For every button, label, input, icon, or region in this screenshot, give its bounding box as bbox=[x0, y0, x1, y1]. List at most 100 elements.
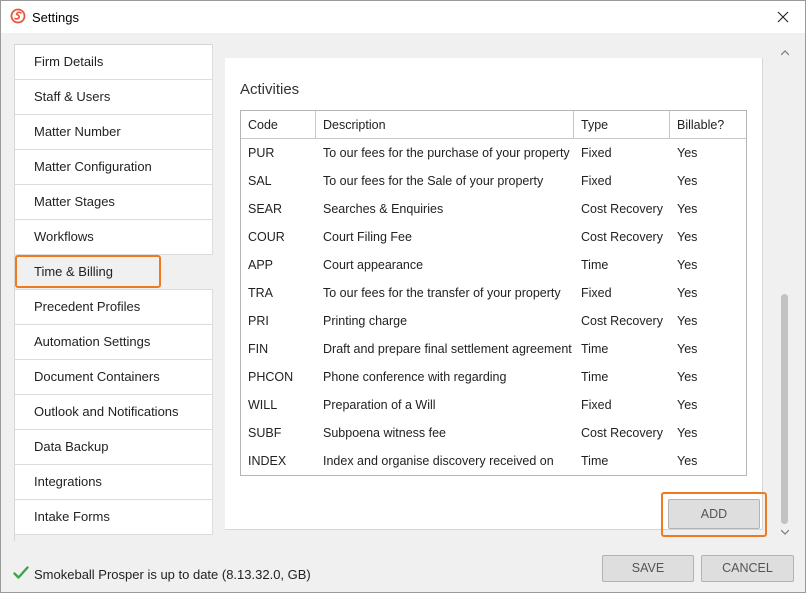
sidebar-item-label: Precedent Profiles bbox=[34, 299, 141, 314]
cell-billable: Yes bbox=[677, 286, 698, 300]
table-row[interactable]: TRA To our fees for the transfer of your … bbox=[241, 279, 746, 307]
sidebar-item-label: Intake Forms bbox=[34, 509, 110, 524]
sidebar-item-workflows[interactable]: Workflows bbox=[15, 220, 213, 255]
column-header-description[interactable]: Description bbox=[316, 111, 574, 139]
vertical-scrollbar[interactable] bbox=[777, 44, 793, 541]
cell-code: PHCON bbox=[248, 370, 294, 384]
column-header-code[interactable]: Code bbox=[241, 111, 316, 139]
cell-type: Fixed bbox=[581, 174, 612, 188]
cell-code: PRI bbox=[248, 314, 269, 328]
add-activity-button[interactable]: ADD bbox=[668, 499, 760, 529]
cell-code: PUR bbox=[248, 146, 275, 160]
save-button[interactable]: SAVE bbox=[602, 555, 694, 582]
cell-type: Time bbox=[581, 258, 609, 272]
cell-type: Fixed bbox=[581, 146, 612, 160]
settings-content: Activities Code Description Type Billabl… bbox=[213, 44, 793, 541]
cell-code: COUR bbox=[248, 230, 285, 244]
cell-type: Cost Recovery bbox=[581, 314, 663, 328]
sidebar-item-precedent-profiles[interactable]: Precedent Profiles bbox=[15, 290, 213, 325]
cell-code: TRA bbox=[248, 286, 273, 300]
scroll-down-arrow-icon[interactable] bbox=[781, 529, 789, 535]
settings-sidebar: Firm Details Staff & Users Matter Number… bbox=[14, 44, 213, 541]
sidebar-item-label: Automation Settings bbox=[34, 334, 151, 349]
cell-description: Draft and prepare final settlement agree… bbox=[323, 342, 572, 356]
cell-billable: Yes bbox=[677, 202, 698, 216]
cell-description: To our fees for the Sale of your propert… bbox=[323, 174, 544, 188]
column-header-type[interactable]: Type bbox=[574, 111, 670, 139]
cancel-button[interactable]: CANCEL bbox=[701, 555, 794, 582]
sidebar-item-integrations[interactable]: Integrations bbox=[15, 465, 213, 500]
cell-description: Printing charge bbox=[323, 314, 408, 328]
scrollbar-thumb[interactable] bbox=[781, 294, 788, 524]
cell-description: Court Filing Fee bbox=[323, 230, 412, 244]
sidebar-item-label: Firm Details bbox=[34, 54, 104, 69]
cell-description: To our fees for the transfer of your pro… bbox=[323, 286, 561, 300]
cell-billable: Yes bbox=[677, 342, 698, 356]
cell-description: Subpoena witness fee bbox=[323, 426, 447, 440]
cell-type: Fixed bbox=[581, 286, 612, 300]
cell-code: WILL bbox=[248, 398, 278, 412]
window-title: Settings bbox=[32, 10, 79, 25]
close-icon bbox=[777, 11, 789, 23]
cell-type: Cost Recovery bbox=[581, 230, 663, 244]
table-row[interactable]: PHCON Phone conference with regarding Time… bbox=[241, 363, 746, 391]
cell-code: FIN bbox=[248, 342, 269, 356]
column-header-billable[interactable]: Billable? bbox=[670, 111, 746, 139]
cell-billable: Yes bbox=[677, 398, 698, 412]
table-row[interactable]: APP Court appearance Time Yes bbox=[241, 251, 746, 279]
sidebar-item-label: Data Backup bbox=[34, 439, 109, 454]
activities-table: Code Description Type Billable? PUR To ou… bbox=[240, 110, 747, 476]
table-row[interactable]: SAL To our fees for the Sale of your prop… bbox=[241, 167, 746, 195]
settings-window: Settings Firm Details Staff & Users Matt… bbox=[0, 0, 806, 593]
sidebar-item-matter-configuration[interactable]: Matter Configuration bbox=[15, 150, 213, 185]
table-row[interactable]: SUBF Subpoena witness fee Cost Recovery Yes bbox=[241, 419, 746, 447]
sidebar-item-label: Matter Configuration bbox=[34, 159, 152, 174]
table-row[interactable]: INDEX Index and organise discovery receiv… bbox=[241, 447, 746, 475]
sidebar-item-label: Integrations bbox=[34, 474, 102, 489]
cell-description: Preparation of a Will bbox=[323, 398, 436, 412]
table-row[interactable]: PUR To our fees for the purchase of your … bbox=[241, 139, 746, 167]
cell-billable: Yes bbox=[677, 146, 698, 160]
sidebar-item-matter-stages[interactable]: Matter Stages bbox=[15, 185, 213, 220]
cell-billable: Yes bbox=[677, 174, 698, 188]
sidebar-item-label: Staff & Users bbox=[34, 89, 111, 104]
cell-code: INDEX bbox=[248, 454, 287, 468]
cell-billable: Yes bbox=[677, 230, 698, 244]
sidebar-item-label: Time & Billing bbox=[34, 264, 113, 279]
sidebar-item-label: Document Containers bbox=[34, 369, 160, 384]
table-row[interactable]: PRI Printing charge Cost Recovery Yes bbox=[241, 307, 746, 335]
sidebar-item-data-backup[interactable]: Data Backup bbox=[15, 430, 213, 465]
cell-description: Court appearance bbox=[323, 258, 424, 272]
cell-code: APP bbox=[248, 258, 274, 272]
cell-code: SUBF bbox=[248, 426, 282, 440]
sidebar-item-staff-users[interactable]: Staff & Users bbox=[15, 80, 213, 115]
cell-type: Time bbox=[581, 454, 609, 468]
table-row[interactable]: COUR Court Filing Fee Cost Recovery Yes bbox=[241, 223, 746, 251]
sidebar-item-label: Workflows bbox=[34, 229, 94, 244]
sidebar-item-label: Outlook and Notifications bbox=[34, 404, 179, 419]
close-button[interactable] bbox=[761, 1, 805, 33]
sidebar-item-label: Matter Stages bbox=[34, 194, 115, 209]
cell-billable: Yes bbox=[677, 370, 698, 384]
sidebar-item-automation-settings[interactable]: Automation Settings bbox=[15, 325, 213, 360]
table-row[interactable]: FIN Draft and prepare final settlement ag… bbox=[241, 335, 746, 363]
sidebar-item-firm-details[interactable]: Firm Details bbox=[15, 45, 213, 80]
activities-panel: Activities Code Description Type Billabl… bbox=[225, 58, 767, 537]
cell-billable: Yes bbox=[677, 454, 698, 468]
sidebar-item-outlook-notifications[interactable]: Outlook and Notifications bbox=[15, 395, 213, 430]
title-bar: Settings bbox=[1, 1, 805, 33]
cell-billable: Yes bbox=[677, 314, 698, 328]
cell-billable: Yes bbox=[677, 426, 698, 440]
cell-description: To our fees for the purchase of your pro… bbox=[323, 146, 570, 160]
table-row[interactable]: SEAR Searches & Enquiries Cost Recovery Yes bbox=[241, 195, 746, 223]
scroll-up-arrow-icon[interactable] bbox=[781, 50, 789, 56]
cell-type: Time bbox=[581, 370, 609, 384]
cell-code: SEAR bbox=[248, 202, 283, 216]
smokeball-logo-icon bbox=[10, 8, 26, 24]
sidebar-item-intake-forms[interactable]: Intake Forms bbox=[15, 500, 213, 535]
sidebar-item-document-containers[interactable]: Document Containers bbox=[15, 360, 213, 395]
checkmark-icon bbox=[13, 566, 29, 579]
sidebar-item-time-billing[interactable]: Time & Billing bbox=[15, 255, 213, 290]
table-row[interactable]: WILL Preparation of a Will Fixed Yes bbox=[241, 391, 746, 419]
sidebar-item-matter-number[interactable]: Matter Number bbox=[15, 115, 213, 150]
